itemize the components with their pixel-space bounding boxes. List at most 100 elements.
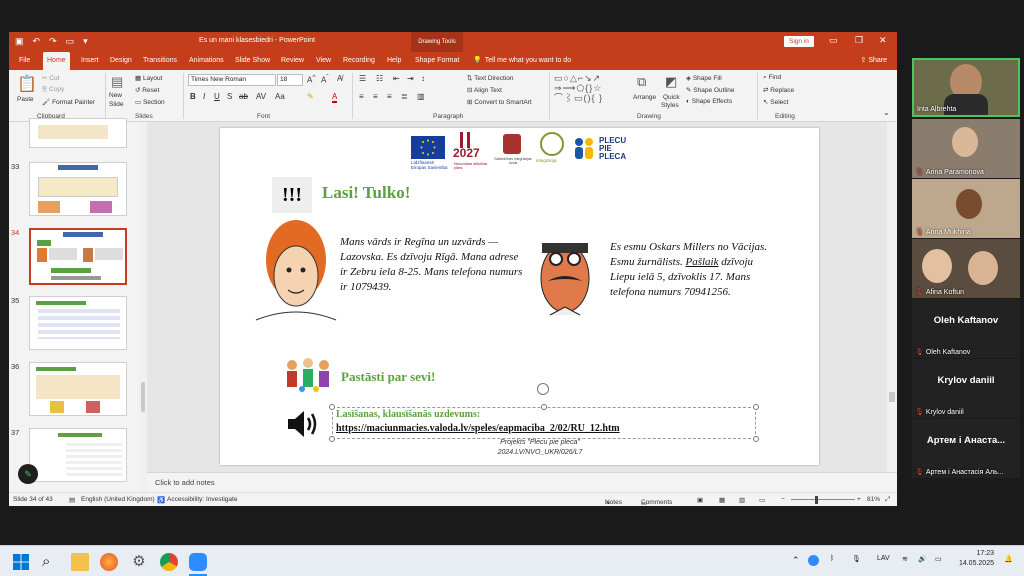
- restore-icon[interactable]: ❐: [855, 35, 863, 46]
- battery-icon[interactable]: ▭: [935, 555, 942, 563]
- tab-home[interactable]: Home: [43, 52, 70, 70]
- convert-smartart-button[interactable]: ⊞ Convert to SmartArt: [467, 98, 532, 106]
- resize-handle[interactable]: [753, 404, 759, 410]
- format-painter-button[interactable]: 🖌 Format Painter: [42, 98, 95, 106]
- slide-thumbnail[interactable]: [29, 296, 127, 350]
- language-indicator[interactable]: English (United Kingdom): [81, 496, 155, 503]
- tab-design[interactable]: Design: [110, 52, 132, 70]
- tab-review[interactable]: Review: [281, 52, 304, 70]
- tab-slide-show[interactable]: Slide Show: [235, 52, 270, 70]
- replace-button[interactable]: ⇄ Replace: [763, 86, 794, 94]
- new-slide-label-2[interactable]: Slide: [109, 101, 123, 108]
- keyboard-language[interactable]: LAV: [877, 555, 890, 562]
- participant-tile[interactable]: 🎙 Arina Paramonova: [912, 119, 1020, 178]
- select-button[interactable]: ↖ Select: [763, 98, 788, 106]
- participant-tile[interactable]: 🎙 Arina Mukhina: [912, 179, 1020, 238]
- zoom-out-icon[interactable]: −: [781, 496, 785, 503]
- participant-tile[interactable]: Inta Aļbrehta: [912, 58, 1020, 117]
- tab-insert[interactable]: Insert: [81, 52, 99, 70]
- notifications-icon[interactable]: 🔔: [1004, 555, 1013, 563]
- tab-file[interactable]: File: [19, 52, 30, 70]
- cut-button[interactable]: ✂ Cut: [42, 74, 59, 82]
- resize-handle[interactable]: [329, 436, 335, 442]
- align-center-icon[interactable]: ≡: [373, 92, 378, 101]
- change-case-icon[interactable]: Aa: [275, 92, 285, 101]
- participant-tile[interactable]: Krylov daniil 🎙 Krylov daniil: [912, 359, 1020, 418]
- decrease-indent-icon[interactable]: ⇤: [393, 74, 400, 83]
- bluetooth-icon[interactable]: ᛒ: [830, 555, 834, 562]
- pen-tool-icon[interactable]: ✎: [18, 464, 38, 484]
- tell-me-box[interactable]: 💡 Tell me what you want to do: [473, 52, 571, 70]
- participant-tile[interactable]: Артем і Анаста... 🎙 Артем і Анастасія Аль…: [912, 419, 1020, 478]
- scrollbar-thumb[interactable]: [889, 392, 895, 402]
- increase-indent-icon[interactable]: ⇥: [407, 74, 414, 83]
- accessibility-status[interactable]: Accessibility: Investigate: [167, 496, 237, 503]
- fit-slide-icon[interactable]: ⤢: [885, 496, 890, 504]
- new-slide-icon[interactable]: ▤: [111, 74, 123, 90]
- sign-in-button[interactable]: Sign in: [784, 36, 814, 47]
- scrollbar-thumb[interactable]: [141, 382, 145, 412]
- clear-formatting-icon[interactable]: A̸: [337, 74, 342, 83]
- reading-view-icon[interactable]: ▥: [739, 496, 745, 504]
- arrange-icon[interactable]: ⧉: [637, 74, 646, 90]
- bullets-icon[interactable]: ☰: [359, 74, 366, 83]
- decrease-font-icon[interactable]: Aˇ: [321, 74, 329, 85]
- increase-font-icon[interactable]: A^: [307, 74, 315, 85]
- paste-icon[interactable]: 📋: [17, 74, 37, 94]
- zoom-slider-thumb[interactable]: [815, 496, 818, 504]
- spellcheck-icon[interactable]: ▤: [69, 496, 75, 504]
- slide-thumbnail-selected[interactable]: [29, 228, 127, 285]
- show-hidden-icons[interactable]: ⌃: [792, 555, 800, 566]
- align-text-button[interactable]: ⊟ Align Text: [467, 86, 502, 94]
- line-spacing-icon[interactable]: ↕: [421, 74, 425, 83]
- resize-handle[interactable]: [329, 404, 335, 410]
- zoom-in-icon[interactable]: +: [857, 496, 861, 503]
- resize-handle[interactable]: [753, 436, 759, 442]
- windows-start-icon[interactable]: [12, 553, 30, 571]
- microphone-icon[interactable]: 🎙: [852, 555, 861, 563]
- undo-icon[interactable]: ↶: [33, 36, 41, 47]
- clock-date[interactable]: 14.05.2025: [954, 560, 994, 567]
- section-button[interactable]: ▭ Section: [135, 98, 165, 106]
- settings-gear-icon[interactable]: ⚙: [130, 553, 148, 571]
- slide-thumbnail[interactable]: [29, 428, 127, 482]
- firefox-icon[interactable]: [100, 553, 118, 571]
- tab-view[interactable]: View: [316, 52, 331, 70]
- justify-icon[interactable]: ≣: [401, 92, 408, 101]
- align-right-icon[interactable]: ≡: [387, 92, 392, 101]
- layout-button[interactable]: ▦ Layout: [135, 74, 162, 82]
- reset-button[interactable]: ↺ Reset: [135, 86, 159, 94]
- rotate-handle-icon[interactable]: [537, 383, 549, 395]
- resize-handle[interactable]: [541, 404, 547, 410]
- shadow-icon[interactable]: S: [227, 92, 232, 101]
- volume-icon[interactable]: 🔊: [918, 555, 927, 563]
- font-color-icon[interactable]: A: [332, 92, 338, 103]
- slide-thumbnail[interactable]: [29, 162, 127, 216]
- strikethrough-icon[interactable]: ab: [239, 92, 248, 101]
- slide-thumbnail-32[interactable]: [29, 118, 127, 148]
- copy-button[interactable]: ⎘ Copy: [42, 86, 64, 94]
- tab-transitions[interactable]: Transitions: [143, 52, 177, 70]
- quick-styles-icon[interactable]: ◩: [665, 74, 677, 90]
- shape-effects-button[interactable]: ◐ Shape Effects: [686, 98, 732, 105]
- align-left-icon[interactable]: ≡: [359, 92, 364, 101]
- italic-icon[interactable]: I: [203, 92, 205, 101]
- text-direction-button[interactable]: ⇅ Text Direction: [467, 74, 514, 82]
- close-icon[interactable]: ✕: [879, 35, 887, 46]
- clock-time[interactable]: 17:23: [954, 550, 994, 557]
- find-button[interactable]: ⌕ Find: [763, 74, 781, 82]
- chrome-icon[interactable]: [160, 553, 178, 571]
- thumbnails-scrollbar[interactable]: [139, 122, 147, 492]
- participant-tile[interactable]: 🎙 Afina Koftun: [912, 239, 1020, 298]
- underline-icon[interactable]: U: [214, 92, 220, 101]
- zoom-tray-icon[interactable]: [808, 555, 819, 566]
- save-icon[interactable]: ▣: [15, 36, 24, 47]
- file-explorer-icon[interactable]: [71, 553, 89, 571]
- ribbon-display-icon[interactable]: ▭: [829, 35, 838, 46]
- slide-scrollbar[interactable]: [887, 122, 897, 472]
- customize-toolbar-icon[interactable]: ▾: [83, 36, 88, 47]
- notes-pane[interactable]: Click to add notes: [147, 472, 897, 492]
- start-from-beginning-icon[interactable]: ▭: [66, 36, 75, 47]
- tab-animations[interactable]: Animations: [189, 52, 224, 70]
- numbering-icon[interactable]: ☷: [376, 74, 383, 83]
